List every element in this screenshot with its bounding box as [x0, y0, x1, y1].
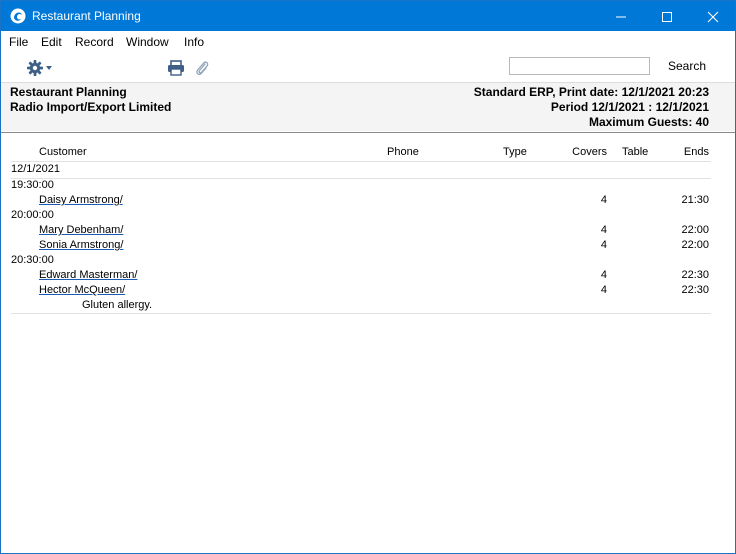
covers-value: 4 — [600, 224, 607, 236]
menu-info[interactable]: Info — [184, 35, 204, 49]
reservation-note: Gluten allergy. — [82, 299, 153, 311]
customer-link[interactable]: Mary Debenham/ — [39, 224, 123, 236]
covers-value: 4 — [600, 284, 607, 296]
covers-value: 4 — [600, 269, 607, 281]
time-slot: 19:30:00 — [11, 179, 54, 191]
ends-value: 22:00 — [681, 239, 709, 251]
window: Restaurant Planning File Edit Record Win… — [0, 0, 736, 554]
menu-window[interactable]: Window — [126, 35, 169, 49]
report-end-divider — [11, 313, 711, 314]
company-name: Radio Import/Export Limited — [10, 100, 172, 114]
time-slot: 20:30:00 — [11, 254, 54, 266]
menu-bar: File Edit Record Window Info — [1, 31, 735, 52]
close-button[interactable] — [690, 1, 736, 31]
paperclip-icon — [196, 61, 209, 76]
customer-link[interactable]: Daisy Armstrong/ — [39, 194, 123, 206]
ends-value: 21:30 — [681, 194, 709, 206]
gear-menu-button[interactable] — [26, 59, 56, 80]
customer-link[interactable]: Edward Masterman/ — [39, 269, 137, 281]
date-divider — [11, 178, 711, 179]
title-bar[interactable]: Restaurant Planning — [1, 1, 735, 31]
ends-value: 22:30 — [681, 284, 709, 296]
col-phone: Phone — [387, 146, 419, 158]
report-date: 12/1/2021 — [11, 163, 60, 175]
maximize-button[interactable] — [644, 1, 690, 31]
app-icon — [10, 8, 26, 24]
col-type: Type — [503, 146, 527, 158]
minimize-button[interactable] — [598, 1, 644, 31]
ends-value: 22:00 — [681, 224, 709, 236]
gear-icon — [27, 60, 52, 76]
col-table: Table — [622, 146, 649, 158]
customer-link[interactable]: Hector McQueen/ — [39, 284, 125, 296]
maximize-icon — [662, 12, 672, 22]
window-title: Restaurant Planning — [32, 9, 141, 23]
covers-value: 4 — [600, 239, 607, 251]
customer-link[interactable]: Sonia Armstrong/ — [39, 239, 123, 251]
close-icon — [707, 11, 719, 23]
col-ends: Ends — [683, 146, 709, 158]
covers-value: 4 — [600, 194, 607, 206]
search-button[interactable]: Search — [668, 59, 706, 73]
minimize-icon — [616, 16, 626, 18]
max-guests: Maximum Guests: 40 — [588, 115, 709, 129]
report-body: Customer Phone Type Covers Table Ends 12… — [1, 135, 735, 553]
ends-value: 22:30 — [681, 269, 709, 281]
time-slot: 20:00:00 — [11, 209, 54, 221]
toolbar: Search — [1, 52, 735, 83]
report-title: Restaurant Planning — [10, 85, 127, 99]
printer-icon — [168, 60, 184, 76]
search-input[interactable] — [509, 57, 650, 75]
column-header-divider — [11, 161, 711, 162]
print-info: Standard ERP, Print date: 12/1/2021 20:2… — [473, 85, 709, 99]
menu-edit[interactable]: Edit — [41, 35, 62, 49]
col-customer: Customer — [39, 146, 87, 158]
report-header: Restaurant Planning Radio Import/Export … — [1, 83, 735, 131]
period-info: Period 12/1/2021 : 12/1/2021 — [550, 100, 709, 114]
col-covers: Covers — [572, 146, 607, 158]
menu-record[interactable]: Record — [75, 35, 114, 49]
header-divider — [1, 132, 735, 133]
print-button[interactable] — [167, 60, 185, 79]
menu-file[interactable]: File — [9, 35, 28, 49]
attach-button[interactable] — [194, 59, 210, 80]
